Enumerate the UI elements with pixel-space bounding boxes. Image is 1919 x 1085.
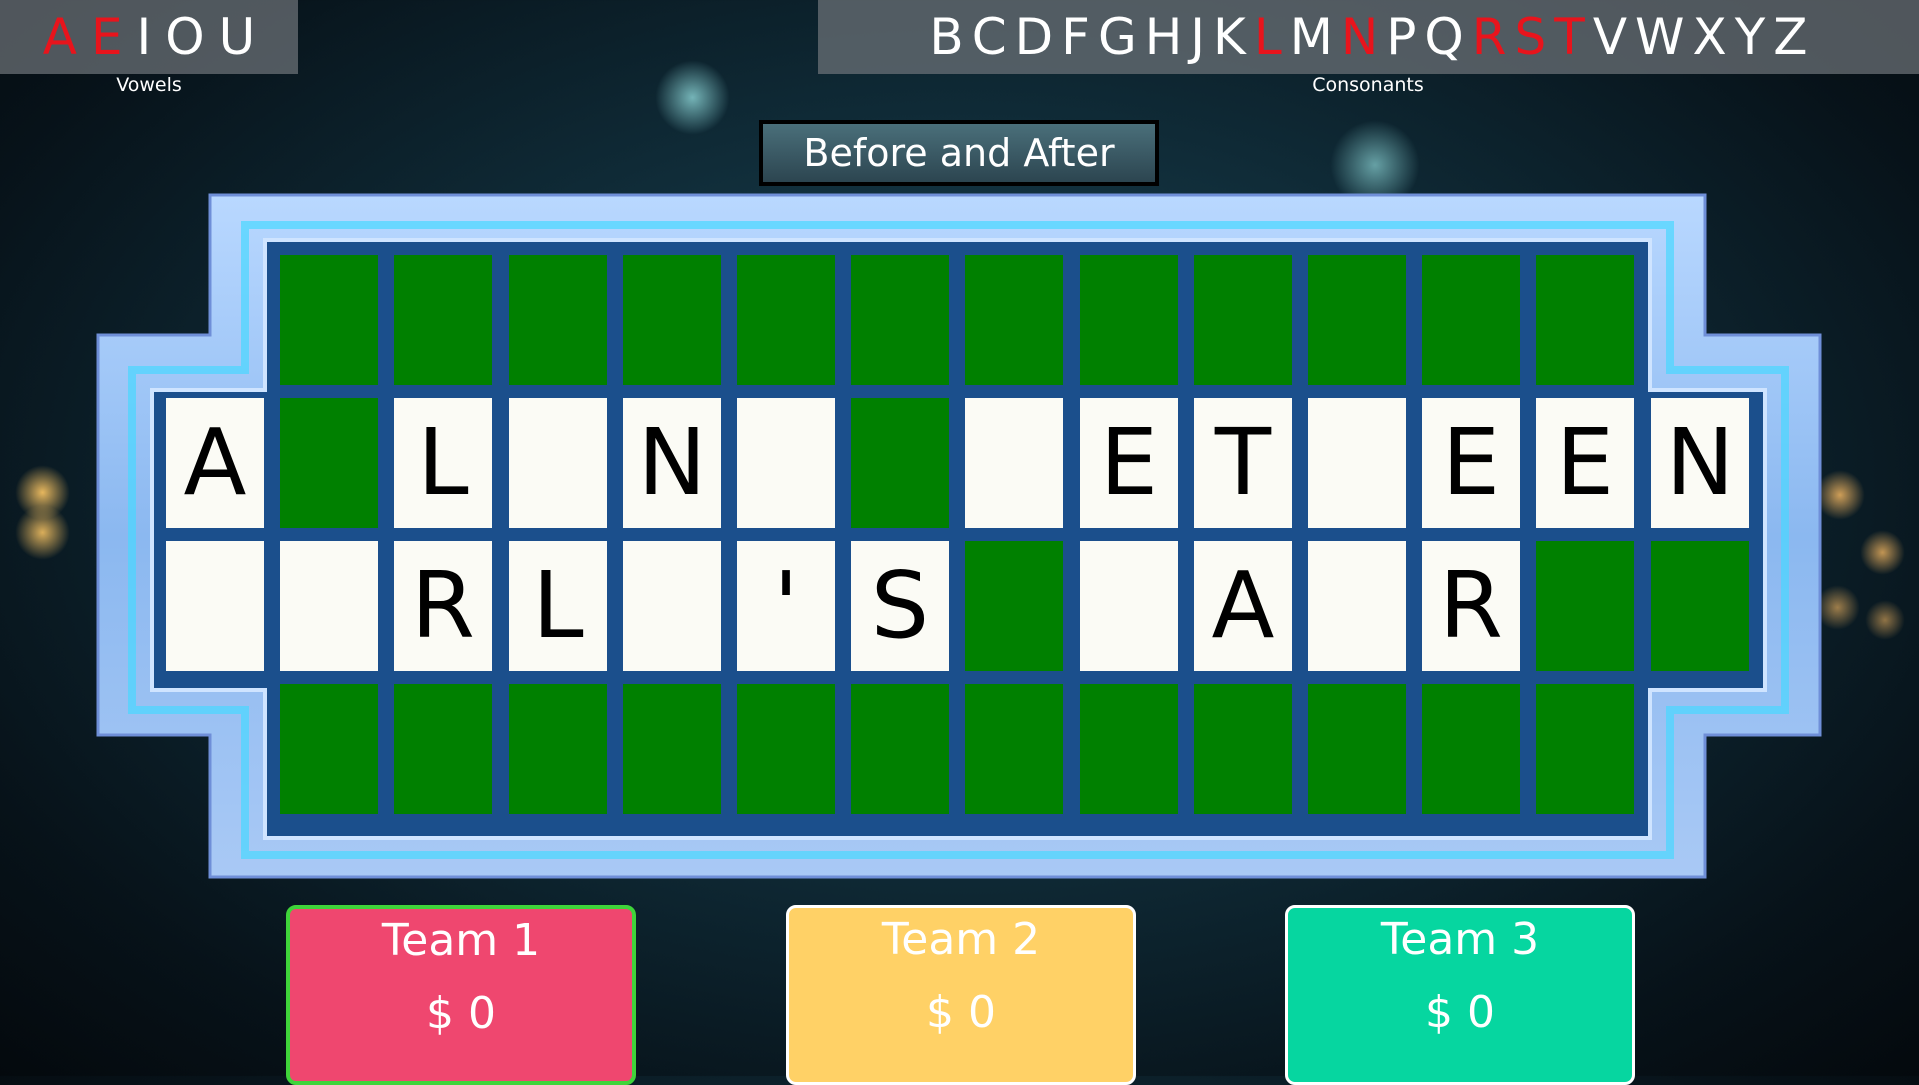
team-card-1[interactable]: Team 1 $ 0 [286,905,636,1085]
team-name: Team 3 [1380,914,1540,965]
board-tile-letter[interactable]: N [623,398,721,528]
board-tile-empty [1194,684,1292,814]
board-tile-letter[interactable]: L [394,398,492,528]
board-tile-empty [1536,684,1634,814]
board-tile-empty [1651,541,1749,671]
board-tile-letter[interactable] [1080,541,1178,671]
board-tile-letter[interactable]: A [166,398,264,528]
team-score: $ 0 [1425,987,1495,1038]
board-tile-empty [509,684,607,814]
board-tile-letter[interactable]: S [851,541,949,671]
board-tile-letter[interactable]: E [1536,398,1634,528]
team-name: Team 1 [381,915,541,966]
board-tile-empty [965,684,1063,814]
board-tile-empty [280,684,378,814]
board-tile-empty [1080,684,1178,814]
board-tile-letter[interactable]: E [1422,398,1520,528]
team-score: $ 0 [426,988,496,1039]
board-tile-letter[interactable] [509,398,607,528]
board-tile-letter[interactable]: T [1194,398,1292,528]
board-tile-empty [509,255,607,385]
board-tile-letter[interactable] [965,398,1063,528]
board-tile-letter[interactable] [623,541,721,671]
board-tile-empty [851,684,949,814]
board-tile-empty [1308,684,1406,814]
board-tile-empty [1080,255,1178,385]
board-tile-letter[interactable]: N [1651,398,1749,528]
board-tile-empty [851,398,949,528]
board-tile-empty [1194,255,1292,385]
board-tile-empty [394,255,492,385]
board-tile-letter[interactable] [1308,541,1406,671]
board-tile-empty [394,684,492,814]
board-tile-letter[interactable]: L [509,541,607,671]
board-tile-letter[interactable] [280,541,378,671]
board-tile-letter[interactable] [737,398,835,528]
board-tile-empty [280,398,378,528]
board-tile-empty [1422,684,1520,814]
team-card-2[interactable]: Team 2 $ 0 [786,905,1136,1085]
board-tile-empty [737,255,835,385]
board-tile-letter[interactable]: R [1422,541,1520,671]
board-tile-empty [623,684,721,814]
team-name: Team 2 [881,914,1041,965]
board-tile-empty [280,255,378,385]
board-tile-empty [965,255,1063,385]
board-tile-letter[interactable] [166,541,264,671]
team-score: $ 0 [926,987,996,1038]
board-tile-empty [623,255,721,385]
board-tile-empty [1536,255,1634,385]
board-tile-letter[interactable]: A [1194,541,1292,671]
board-tile-letter[interactable]: E [1080,398,1178,528]
board-tile-empty [1536,541,1634,671]
board-tile-letter[interactable] [1308,398,1406,528]
board-tile-empty [1308,255,1406,385]
board-tile-letter[interactable]: R [394,541,492,671]
board-tile-empty [737,684,835,814]
board-tile-letter[interactable]: ' [737,541,835,671]
board-tile-empty [1422,255,1520,385]
board-tile-empty [851,255,949,385]
board-tile-empty [965,541,1063,671]
team-card-3[interactable]: Team 3 $ 0 [1285,905,1635,1085]
